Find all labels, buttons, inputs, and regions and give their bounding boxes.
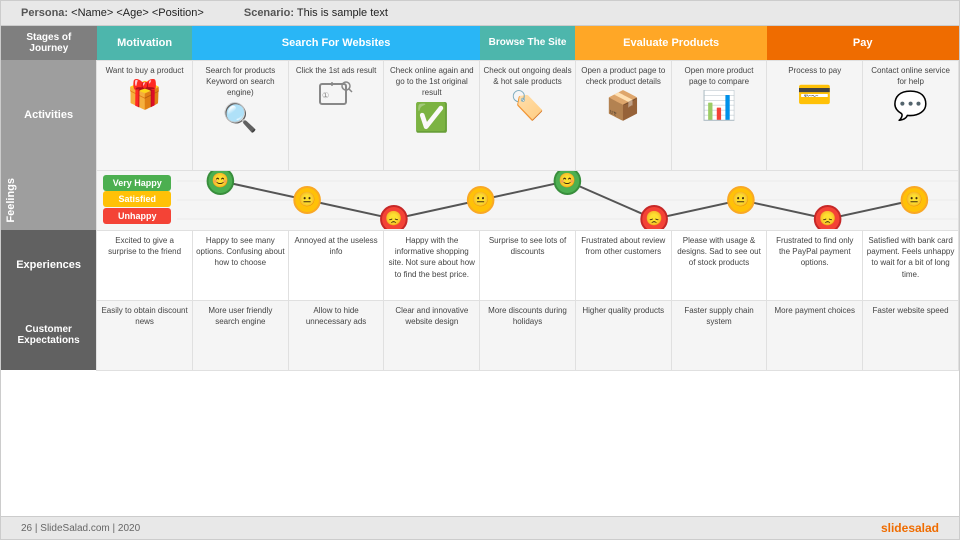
expect-3: Allow to hide unnecessary ads: [288, 300, 384, 370]
product-icon: 📦: [579, 89, 668, 122]
expect-4: Clear and innovative website design: [384, 300, 480, 370]
scenario-label: Scenario:: [244, 7, 294, 19]
label-experiences: Experiences: [1, 230, 97, 300]
header-motivation: Motivation: [97, 26, 193, 60]
exp-4: Happy with the informative shopping site…: [384, 230, 480, 300]
feeling-satisfied-label: Satisfied: [103, 191, 171, 207]
label-feelings: Feelings: [1, 170, 97, 230]
feeling-veryhappy-label: Very Happy: [103, 175, 171, 191]
main-content: Stages of Journey Motivation Search For …: [1, 26, 959, 516]
label-activities: Activities: [1, 60, 97, 170]
header-evaluate: Evaluate Products: [575, 26, 766, 60]
scenario-value: This is sample text: [297, 7, 388, 19]
brand-name: slidesalad: [881, 521, 939, 535]
footer-left: 26 | SlideSalad.com | 2020: [21, 523, 140, 534]
activity-5: Check out ongoing deals & hot sale produ…: [480, 60, 576, 170]
svg-text:😐: 😐: [733, 190, 750, 206]
label-expectations: Customer Expectations: [1, 300, 97, 370]
exp-6: Frustrated about review from other custo…: [575, 230, 671, 300]
journey-table: Stages of Journey Motivation Search For …: [1, 26, 959, 371]
exp-2: Happy to see many options. Confusing abo…: [192, 230, 288, 300]
exp-9: Satisfied with bank card payment. Feels …: [863, 230, 959, 300]
exp-5: Surprise to see lots of discounts: [480, 230, 576, 300]
svg-text:①: ①: [322, 91, 329, 100]
svg-text:😐: 😐: [906, 190, 923, 206]
exp-8: Frustrated to find only the PayPal payme…: [767, 230, 863, 300]
slide: Persona: <Name> <Age> <Position> Scenari…: [0, 0, 960, 540]
percent-icon: 🏷️: [483, 89, 572, 122]
footer: 26 | SlideSalad.com | 2020 slidesalad: [1, 516, 959, 539]
exp-3: Annoyed at the useless info: [288, 230, 384, 300]
svg-text:😞: 😞: [386, 209, 403, 225]
activity-1: Want to buy a product 🎁: [97, 60, 193, 170]
activity-4: Check online again and go to the 1st ori…: [384, 60, 480, 170]
activity-2: Search for products Keyword on search en…: [192, 60, 288, 170]
svg-text:😐: 😐: [299, 190, 316, 206]
activity-9: Contact online service for help 💬: [863, 60, 959, 170]
row-feelings: Feelings Very Happy Satisfied: [1, 170, 959, 230]
activity-8: Process to pay 💳: [767, 60, 863, 170]
expect-1: Easily to obtain discount news: [97, 300, 193, 370]
expect-2: More user friendly search engine: [192, 300, 288, 370]
compare-icon: 📊: [675, 89, 764, 122]
help-icon: 💬: [866, 89, 955, 122]
expect-7: Faster supply chain system: [671, 300, 767, 370]
check-icon: ✅: [387, 101, 476, 134]
activity-3: Click the 1st ads result ①: [288, 60, 384, 170]
header-browse: Browse The Site: [480, 26, 576, 60]
page-number: 26: [21, 523, 32, 534]
header-pay: Pay: [767, 26, 959, 60]
exp-7: Please with usage & designs. Sad to see …: [671, 230, 767, 300]
gift-icon: 🎁: [100, 78, 189, 111]
svg-text:😊: 😊: [559, 171, 576, 187]
activity-7: Open more product page to compare 📊: [671, 60, 767, 170]
persona-bar: Persona: <Name> <Age> <Position> Scenari…: [1, 1, 959, 26]
header-stages: Stages of Journey: [1, 26, 97, 60]
expect-8: More payment choices: [767, 300, 863, 370]
ads-icon: ①: [292, 78, 381, 121]
row-activities: Activities Want to buy a product 🎁 Searc…: [1, 60, 959, 170]
persona-label: Persona:: [21, 7, 68, 19]
activity-6: Open a product page to check product det…: [575, 60, 671, 170]
feelings-chart: Very Happy Satisfied Unhappy: [97, 170, 959, 230]
persona-value: <Name> <Age> <Position>: [71, 7, 204, 19]
expect-5: More discounts during holidays: [480, 300, 576, 370]
expect-6: Higher quality products: [575, 300, 671, 370]
exp-1: Excited to give a surprise to the friend: [97, 230, 193, 300]
svg-text:😞: 😞: [819, 209, 836, 225]
row-experiences: Experiences Excited to give a surprise t…: [1, 230, 959, 300]
svg-text:😊: 😊: [212, 171, 229, 187]
feeling-unhappy-label: Unhappy: [103, 208, 171, 224]
row-expectations: Customer Expectations Easily to obtain d…: [1, 300, 959, 370]
svg-text:😞: 😞: [646, 209, 663, 225]
expect-9: Faster website speed: [863, 300, 959, 370]
header-row: Stages of Journey Motivation Search For …: [1, 26, 959, 60]
footer-brand-right: slidesalad: [881, 521, 939, 535]
footer-brand-left: | SlideSalad.com | 2020: [35, 523, 140, 534]
header-search: Search For Websites: [192, 26, 479, 60]
feelings-line-chart: 😊 😐 😞: [177, 171, 958, 229]
wallet-icon: 💳: [770, 78, 859, 111]
search-icon: 🔍: [196, 101, 285, 134]
svg-text:😐: 😐: [472, 190, 489, 206]
